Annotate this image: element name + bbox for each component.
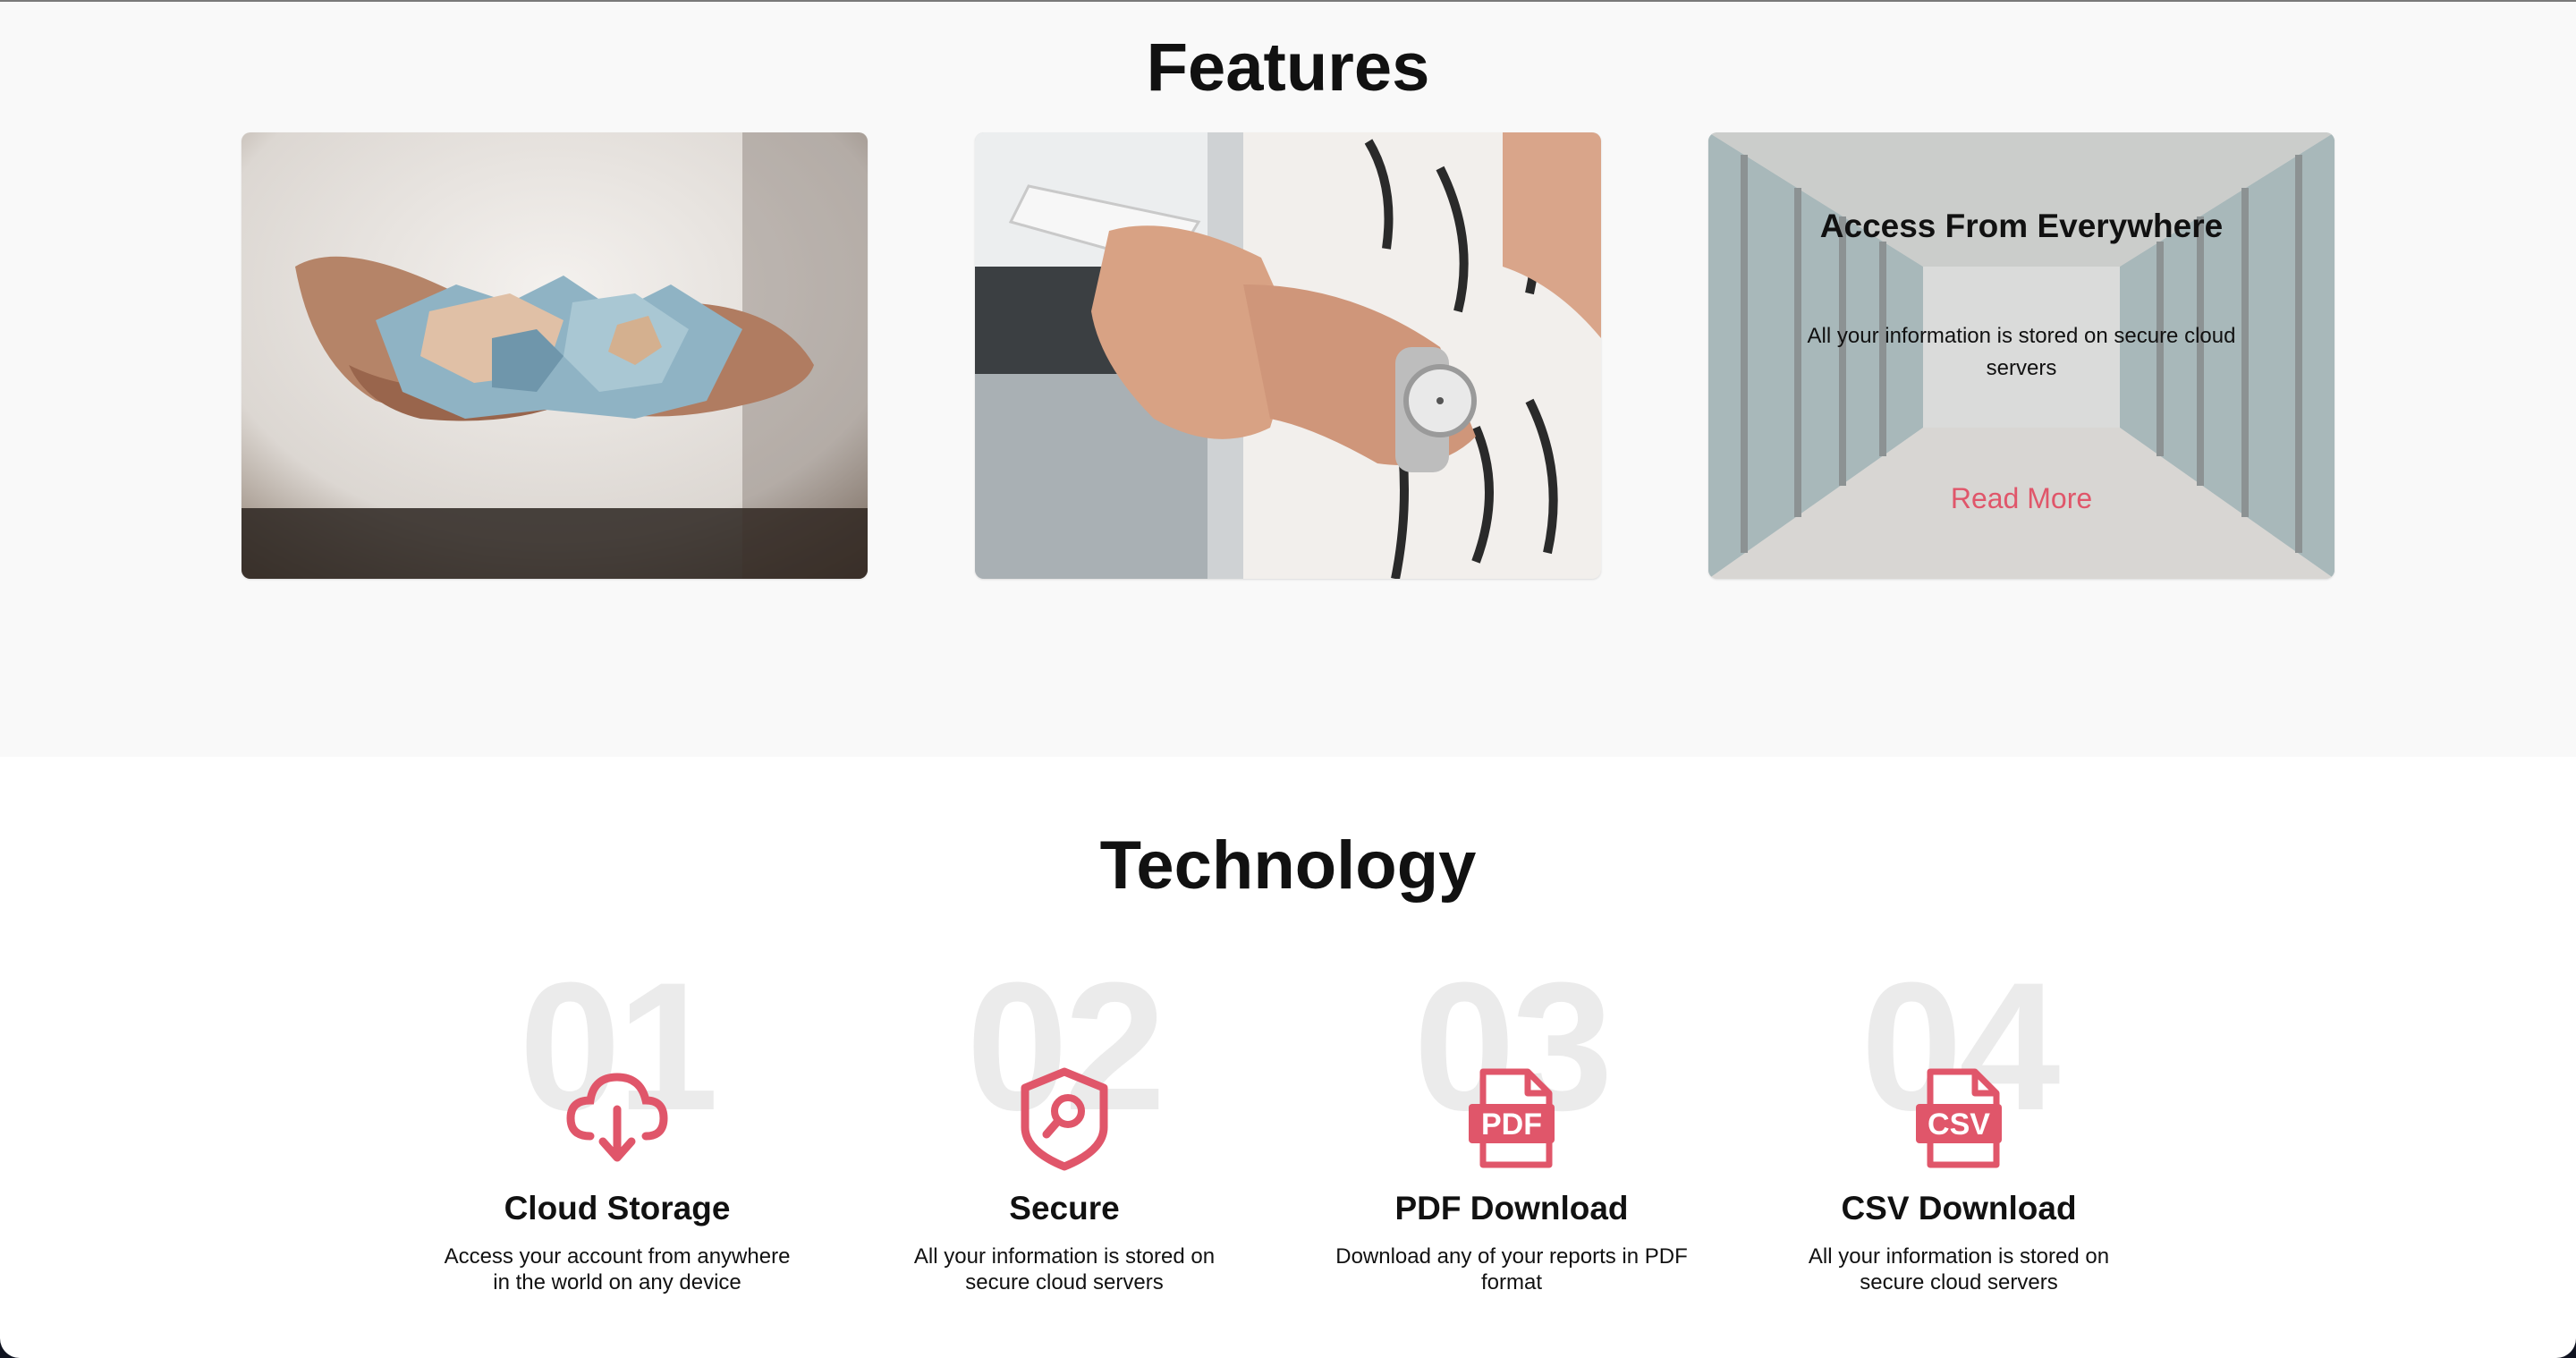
features-section: Features Access From Everywhere All your…	[0, 0, 2576, 757]
tech-description-line: All your information is stored on	[1808, 1244, 2110, 1269]
tech-title: Secure	[1009, 1190, 1120, 1226]
tech-description-line: Download any of your reports in PDF	[1335, 1244, 1688, 1269]
feature-card-phone[interactable]	[975, 132, 1601, 579]
features-title: Features	[1146, 30, 1430, 106]
shield-search-icon	[1021, 1067, 1108, 1171]
tech-title: Cloud Storage	[504, 1190, 731, 1226]
tech-item-pdf-download: 03 PDF PDF Download Download any of your…	[1333, 955, 1690, 1315]
tech-title: PDF Download	[1394, 1190, 1629, 1226]
svg-text:CSV: CSV	[1928, 1108, 1990, 1142]
tech-description-line: All your information is stored on	[913, 1244, 1216, 1269]
card-overlay-description: All your information is stored on secure…	[1807, 324, 2236, 380]
tech-description: Access your account from anywhere in the…	[438, 1243, 796, 1295]
tech-description-line: Access your account from anywhere	[444, 1244, 791, 1269]
read-more-link[interactable]: Read More	[1708, 480, 2334, 517]
tech-description: All your information is stored on secure…	[1780, 1243, 2138, 1295]
tech-item-csv-download: 04 CSV CSV Download All your information…	[1780, 955, 2138, 1315]
tech-description-line: secure cloud servers	[1860, 1270, 2058, 1294]
card-overlay-title: Access From Everywhere	[1819, 208, 2224, 244]
cloud-download-icon	[566, 1073, 668, 1162]
tech-description-line: in the world on any device	[493, 1270, 741, 1294]
card-hover-overlay: Access From Everywhere All your informat…	[1708, 132, 2334, 579]
feature-card-access[interactable]: Access From Everywhere All your informat…	[1708, 132, 2334, 579]
tech-description: Download any of your reports in PDF form…	[1333, 1243, 1690, 1295]
tech-description-line: format	[1480, 1270, 1542, 1294]
tech-item-cloud-storage: 01 Cloud Storage Access your account fro…	[438, 955, 796, 1315]
csv-file-icon: CSV	[1916, 1068, 2002, 1168]
page-viewport: Features Access From Everywhere All your…	[0, 0, 2576, 1358]
svg-text:PDF: PDF	[1481, 1108, 1542, 1142]
tech-title: CSV Download	[1841, 1190, 2077, 1226]
tech-description: All your information is stored on secure…	[886, 1243, 1243, 1295]
hands-holding-money-photo	[242, 132, 868, 579]
feature-card-money[interactable]	[242, 132, 868, 579]
hands-holding-phone-photo	[975, 132, 1601, 579]
technology-title: Technology	[1099, 828, 1477, 904]
pdf-file-icon: PDF	[1469, 1068, 1555, 1168]
tech-item-secure: 02 Secure All your information is stored…	[886, 955, 1243, 1315]
tech-description-line: secure cloud servers	[965, 1270, 1164, 1294]
